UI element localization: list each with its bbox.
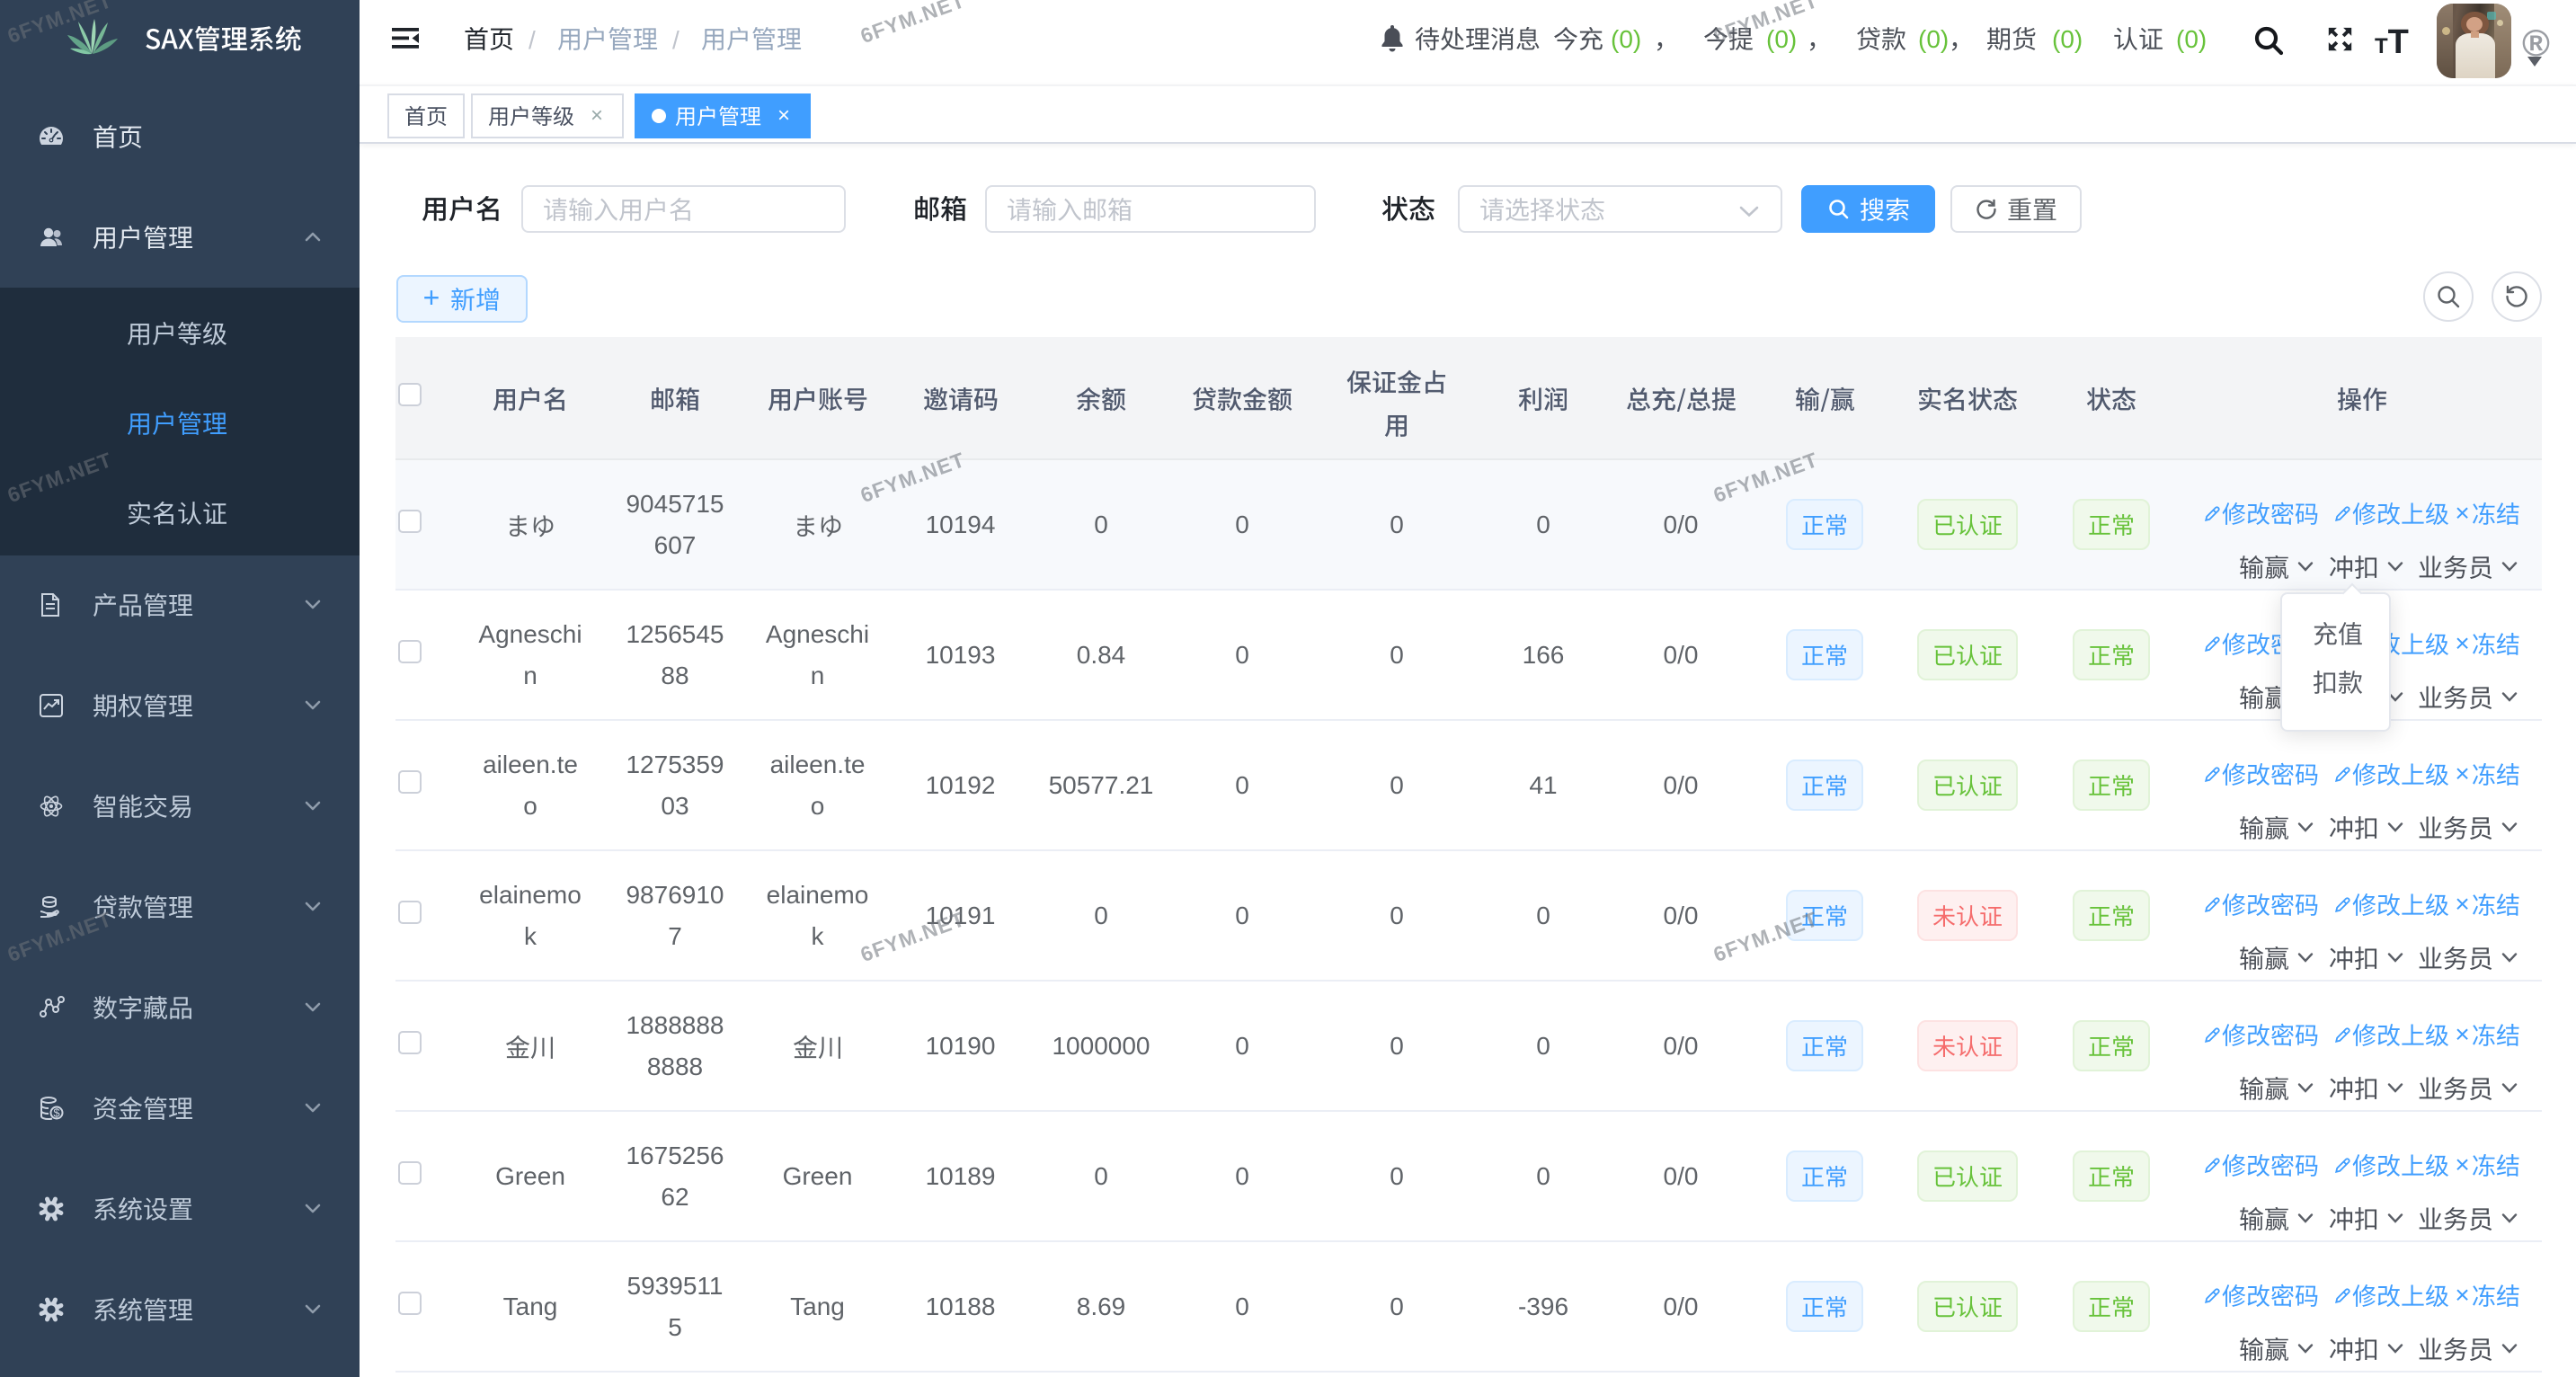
svg-text:$: $ xyxy=(53,1106,60,1120)
